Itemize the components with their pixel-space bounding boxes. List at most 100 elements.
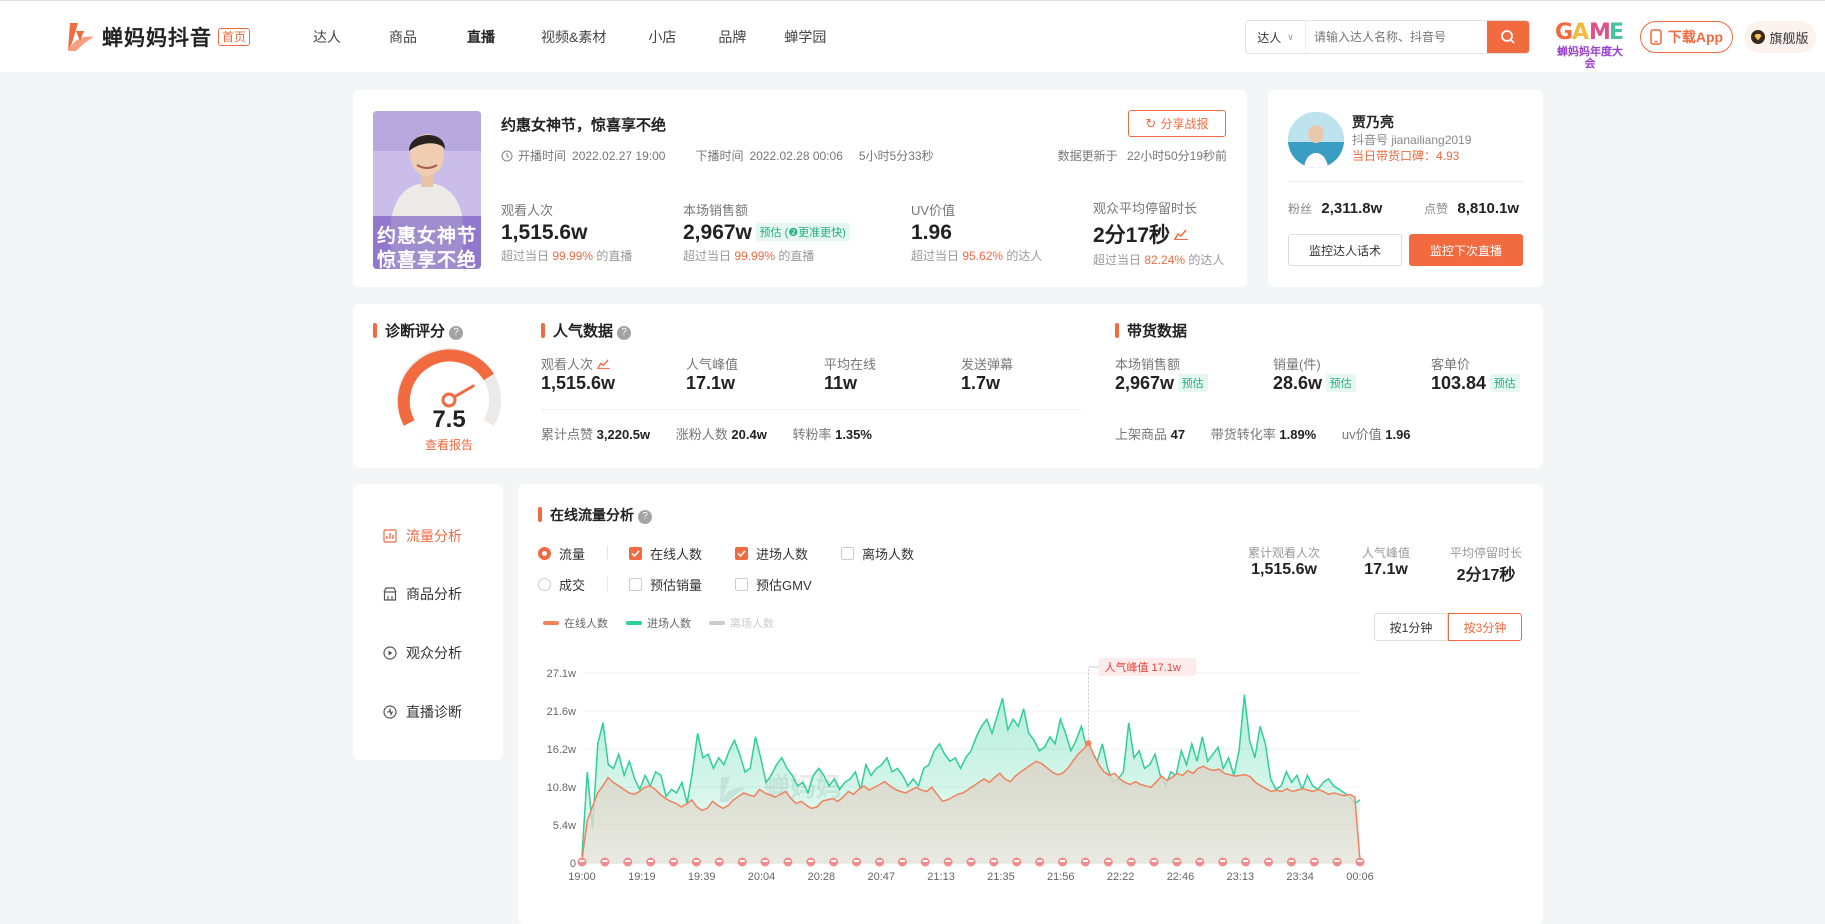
diagnosis-title: 诊断评分 xyxy=(385,323,446,340)
compare-pre: 超过当日 xyxy=(501,249,550,263)
nav-academy[interactable]: 蝉学园 xyxy=(784,27,826,47)
monitor-script-button[interactable]: 监控达人话术 xyxy=(1288,234,1402,266)
event-marker-glyph xyxy=(1265,860,1271,862)
x-tick-label: 19:39 xyxy=(688,871,716,883)
traffic-title-row: 在线流量分析? xyxy=(538,505,652,525)
view-report-link[interactable]: 查看报告 xyxy=(419,436,479,453)
live-cover-image[interactable]: 约惠女神节 惊喜享不绝 xyxy=(373,111,481,269)
event-marker-icon xyxy=(1035,857,1045,867)
sidebar-item-traffic[interactable]: 流量分析 xyxy=(383,526,462,546)
avatar[interactable] xyxy=(1288,112,1344,168)
flagship-button[interactable]: 旗舰版 xyxy=(1744,21,1816,53)
legend-enter[interactable]: 进场人数 xyxy=(626,615,691,631)
trend-icon[interactable] xyxy=(597,358,610,369)
search-type-select[interactable]: 达人 ∨ xyxy=(1246,21,1306,53)
site-logo[interactable]: 蝉妈妈抖音 首页 xyxy=(64,21,251,53)
event-marker-glyph xyxy=(1060,860,1066,862)
likes-value: 8,810.1w xyxy=(1457,200,1520,217)
trend-icon[interactable] xyxy=(1174,228,1189,240)
sidebar-item-diagnosis[interactable]: 直播诊断 xyxy=(383,702,462,722)
legend-label: 在线人数 xyxy=(564,618,608,630)
checkbox-leave[interactable]: 离场人数 xyxy=(841,544,914,563)
traffic-chart[interactable]: 05.4w10.8w16.2w21.6w27.1w 蝉妈妈 人气峰值 17.1w… xyxy=(518,644,1543,924)
sales-sub-stats: 上架商品 47 带货转化率 1.89% uv价值 1.96 xyxy=(1115,424,1411,443)
interval-3min-button[interactable]: 按3分钟 xyxy=(1448,613,1522,641)
legend-swatch xyxy=(709,621,725,625)
nav-video[interactable]: 视频&素材 xyxy=(541,27,606,47)
event-marker-icon xyxy=(1058,857,1068,867)
interval-1min-button[interactable]: 按1分钟 xyxy=(1374,613,1448,641)
play-circle-icon xyxy=(383,646,397,660)
help-icon[interactable]: ? xyxy=(617,325,632,340)
stat-value: 103.84 xyxy=(1431,373,1487,393)
legend-leave[interactable]: 离场人数 xyxy=(709,615,774,631)
metric-compare: 超过当日 95.62% 的达人 xyxy=(911,247,1042,264)
start-time-value: 2022.02.27 19:00 xyxy=(572,148,666,163)
traffic-summary-total: 累计观看人次 1,515.6w xyxy=(1248,544,1320,579)
checkbox-enter[interactable]: 进场人数 xyxy=(735,544,808,563)
annual-conference-logo[interactable]: G A M E 蝉妈妈年度大会 xyxy=(1553,17,1627,70)
end-time-label: 下播时间 xyxy=(695,149,744,163)
radio-deal[interactable]: 成交 xyxy=(538,575,585,594)
game-logo-icon: G A M E xyxy=(1555,20,1624,45)
nav-products[interactable]: 商品 xyxy=(389,27,417,47)
x-tick-label: 23:34 xyxy=(1286,871,1314,883)
share-report-button[interactable]: ↻ 分享战报 xyxy=(1128,110,1226,137)
download-app-button[interactable]: 下载App xyxy=(1640,21,1733,53)
nav-brand[interactable]: 品牌 xyxy=(718,27,746,47)
event-marker-icon xyxy=(852,857,862,867)
sub-label: 上架商品 xyxy=(1115,427,1168,442)
influencer-name[interactable]: 贾乃亮 xyxy=(1352,112,1394,132)
event-marker-icon xyxy=(600,857,610,867)
stat-label: 客单价 xyxy=(1431,357,1471,372)
event-marker-glyph xyxy=(991,860,997,862)
sidebar-item-label: 直播诊断 xyxy=(406,704,462,720)
game-logo-text: 蝉妈妈年度大会 xyxy=(1557,46,1623,70)
event-marker-icon xyxy=(1195,857,1205,867)
summary-value: 1,515.6w xyxy=(1251,561,1317,578)
event-marker-icon xyxy=(1126,857,1136,867)
section-bar xyxy=(1115,323,1119,338)
sub-label: 转粉率 xyxy=(792,427,832,442)
event-marker-icon xyxy=(1012,857,1022,867)
nav-influencer[interactable]: 达人 xyxy=(313,27,341,47)
nav-shop[interactable]: 小店 xyxy=(648,27,676,47)
event-marker-glyph xyxy=(1220,860,1226,862)
help-icon[interactable]: ? xyxy=(449,325,464,340)
sub-label: uv价值 xyxy=(1341,427,1382,442)
sidebar-item-products[interactable]: 商品分析 xyxy=(383,584,462,604)
event-marker-icon xyxy=(989,857,999,867)
summary-value: 17.1w xyxy=(1364,561,1408,578)
pop-stat-peak: 人气峰值 17.1w xyxy=(686,354,738,394)
monitor-next-live-button[interactable]: 监控下次直播 xyxy=(1409,234,1523,266)
event-marker-glyph xyxy=(1128,860,1134,862)
home-badge[interactable]: 首页 xyxy=(218,28,251,46)
pop-stat-views: 观看人次 1,515.6w xyxy=(541,354,615,394)
search-input[interactable] xyxy=(1306,21,1487,53)
checkbox-label: 离场人数 xyxy=(862,547,915,562)
event-marker-glyph xyxy=(1243,860,1249,862)
event-marker-icon xyxy=(714,857,724,867)
event-marker-glyph xyxy=(579,860,585,862)
search-button[interactable] xyxy=(1487,21,1529,53)
legend-online[interactable]: 在线人数 xyxy=(543,615,608,631)
radio-flow[interactable]: 流量 xyxy=(538,544,585,563)
nav-live[interactable]: 直播 xyxy=(467,27,495,47)
checkbox-est-gmv[interactable]: 预估GMV xyxy=(735,575,812,594)
event-marker-icon xyxy=(691,857,701,867)
compare-post: 的直播 xyxy=(778,249,815,263)
flagship-label: 旗舰版 xyxy=(1769,30,1809,46)
estimate-tag[interactable]: 预估 (❷更准更快) xyxy=(755,223,850,241)
avatar-image xyxy=(1288,112,1344,168)
sales-title: 带货数据 xyxy=(1127,323,1188,340)
likes-stat: 点赞 8,810.1w xyxy=(1424,200,1519,217)
sidebar-item-audience[interactable]: 观众分析 xyxy=(383,643,462,663)
x-tick-label: 21:13 xyxy=(927,871,955,883)
help-icon[interactable]: ? xyxy=(638,509,652,524)
main-nav: 达人 商品 直播 视频&素材 小店 品牌 蝉学园 xyxy=(313,27,872,47)
checkbox-label: 预估销量 xyxy=(650,578,703,593)
checkbox-online[interactable]: 在线人数 xyxy=(629,544,702,563)
divider xyxy=(541,409,1081,410)
logo-text: 蝉妈妈抖音 xyxy=(102,27,212,50)
checkbox-est-sales[interactable]: 预估销量 xyxy=(629,575,702,594)
